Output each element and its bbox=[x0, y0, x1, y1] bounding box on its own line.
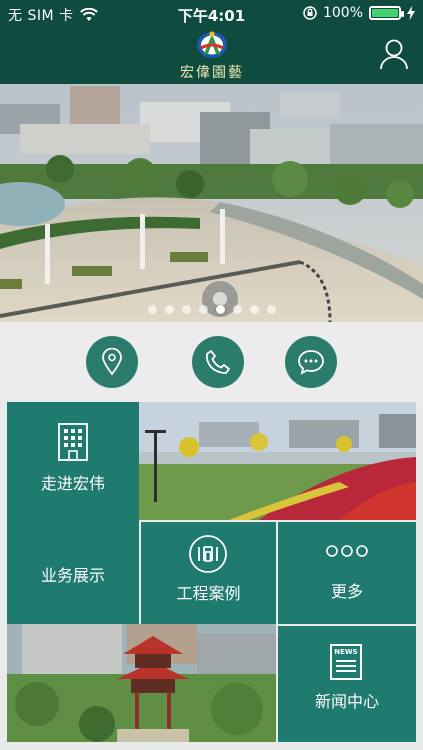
tile-about[interactable]: 走进宏伟 bbox=[7, 402, 139, 512]
news-line bbox=[336, 660, 356, 662]
brand-name: 宏偉園藝 bbox=[180, 65, 244, 81]
location-pin-icon bbox=[102, 348, 122, 376]
carousel-dot[interactable] bbox=[164, 305, 174, 314]
tile-news-label: 新闻中心 bbox=[314, 692, 379, 711]
rotation-lock-icon bbox=[303, 6, 317, 20]
pavilion-image bbox=[7, 624, 276, 742]
news-badge: NEWS bbox=[334, 648, 358, 656]
tile-more-label: 更多 bbox=[330, 582, 363, 601]
park-image bbox=[139, 402, 416, 520]
status-bar: 无 SIM 卡 下午4:01 100% bbox=[0, 0, 423, 28]
carousel-dot[interactable] bbox=[198, 305, 208, 314]
tile-more[interactable]: 更多 bbox=[278, 522, 416, 624]
status-right: 100% bbox=[303, 5, 415, 21]
news-line bbox=[336, 670, 356, 672]
tile-about-and-business: 走进宏伟 业务展示 bbox=[7, 402, 139, 624]
phone-icon bbox=[205, 350, 230, 374]
park-photo bbox=[139, 402, 416, 520]
carousel-indicator[interactable] bbox=[0, 305, 423, 314]
pavilion-photo bbox=[7, 624, 276, 742]
tile-news[interactable]: NEWS 新闻中心 bbox=[278, 626, 416, 742]
phone-button[interactable] bbox=[192, 336, 244, 388]
building-icon bbox=[58, 423, 88, 461]
tile-cases-label: 工程案例 bbox=[176, 584, 241, 603]
user-profile-icon[interactable] bbox=[379, 38, 409, 70]
chat-bubble-icon bbox=[298, 350, 324, 375]
charging-bolt-icon bbox=[407, 6, 415, 20]
tile-business[interactable]: 业务展示 bbox=[7, 512, 139, 624]
battery-percent: 100% bbox=[322, 5, 363, 21]
app-root: 无 SIM 卡 下午4:01 100% 宏偉園藝 走进宏伟 业务展示 工程案例 … bbox=[0, 0, 423, 750]
battery-fill bbox=[372, 9, 398, 17]
tile-cases[interactable]: 工程案例 bbox=[141, 522, 276, 624]
carousel-dot[interactable] bbox=[181, 305, 191, 314]
carousel-dot[interactable] bbox=[232, 305, 242, 314]
carousel-dot[interactable] bbox=[147, 305, 157, 314]
quick-actions bbox=[0, 322, 423, 402]
brand-logo[interactable]: 宏偉園藝 bbox=[170, 30, 254, 82]
carousel-dot-active[interactable] bbox=[215, 305, 225, 314]
carousel-dot[interactable] bbox=[249, 305, 259, 314]
banner-image bbox=[0, 84, 423, 322]
tile-business-label: 业务展示 bbox=[40, 566, 105, 585]
carousel-dot[interactable] bbox=[266, 305, 276, 314]
cases-icon bbox=[189, 535, 227, 573]
more-dots-icon bbox=[326, 545, 368, 557]
battery-icon bbox=[369, 6, 404, 20]
news-icon: NEWS bbox=[330, 644, 362, 680]
news-line bbox=[336, 665, 356, 667]
location-button[interactable] bbox=[86, 336, 138, 388]
app-header: 无 SIM 卡 下午4:01 100% 宏偉園藝 bbox=[0, 0, 423, 84]
message-button[interactable] bbox=[285, 336, 337, 388]
logo-emblem-icon bbox=[197, 31, 227, 58]
tile-about-label: 走进宏伟 bbox=[40, 474, 105, 493]
banner-carousel[interactable] bbox=[0, 84, 423, 322]
